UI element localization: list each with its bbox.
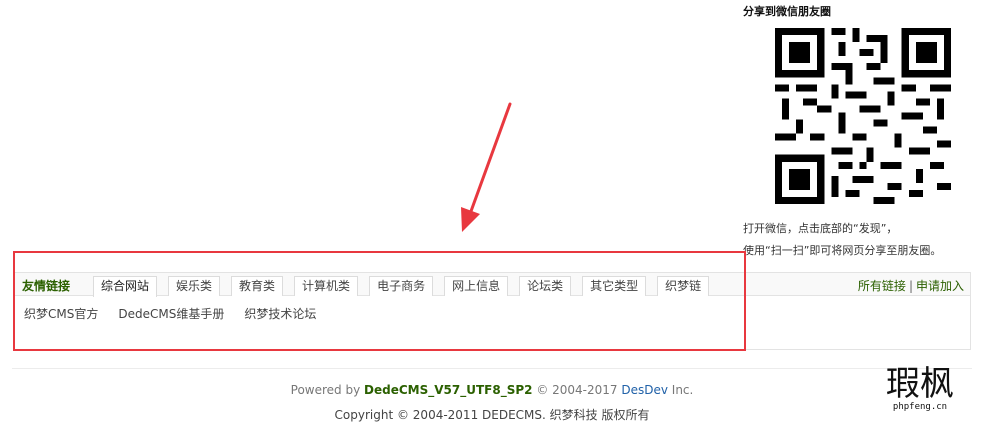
footer-powered-by: Powered by DedeCMS_V57_UTF8_SP2 © 2004-2… xyxy=(0,383,984,397)
share-title: 分享到微信朋友圈 xyxy=(743,5,831,18)
share-instructions: 打开微信，点击底部的“发现”， 使用“扫一扫”即可将网页分享至朋友圈。 xyxy=(743,218,941,262)
apply-join-link[interactable]: 申请加入 xyxy=(916,279,964,293)
watermark-logo-text: 瑕枫 xyxy=(886,364,954,404)
desdev-link[interactable]: DesDev xyxy=(621,383,668,397)
red-highlight-box xyxy=(13,251,746,351)
watermark-logo: 瑕枫 phpfeng.cn xyxy=(870,364,970,412)
separator: | xyxy=(908,279,913,293)
footer-divider xyxy=(12,368,972,369)
inc-text: Inc. xyxy=(667,383,694,397)
share-instruction-line1: 打开微信，点击底部的“发现”， xyxy=(743,222,898,235)
footer-copyright: Copyright © 2004-2011 DEDECMS. 织梦科技 版权所有 xyxy=(334,408,650,422)
copyright-years: © 2004-2017 xyxy=(532,383,622,397)
watermark-domain: phpfeng.cn xyxy=(892,402,948,412)
share-instruction-line2: 使用“扫一扫”即可将网页分享至朋友圈。 xyxy=(743,244,942,257)
qr-code-image xyxy=(775,28,951,204)
dedecms-version-link[interactable]: DedeCMS_V57_UTF8_SP2 xyxy=(364,383,532,397)
all-links-link[interactable]: 所有链接 xyxy=(858,279,906,293)
friend-links-actions: 所有链接 | 申请加入 xyxy=(858,277,964,294)
powered-by-text: Powered by xyxy=(290,383,365,397)
